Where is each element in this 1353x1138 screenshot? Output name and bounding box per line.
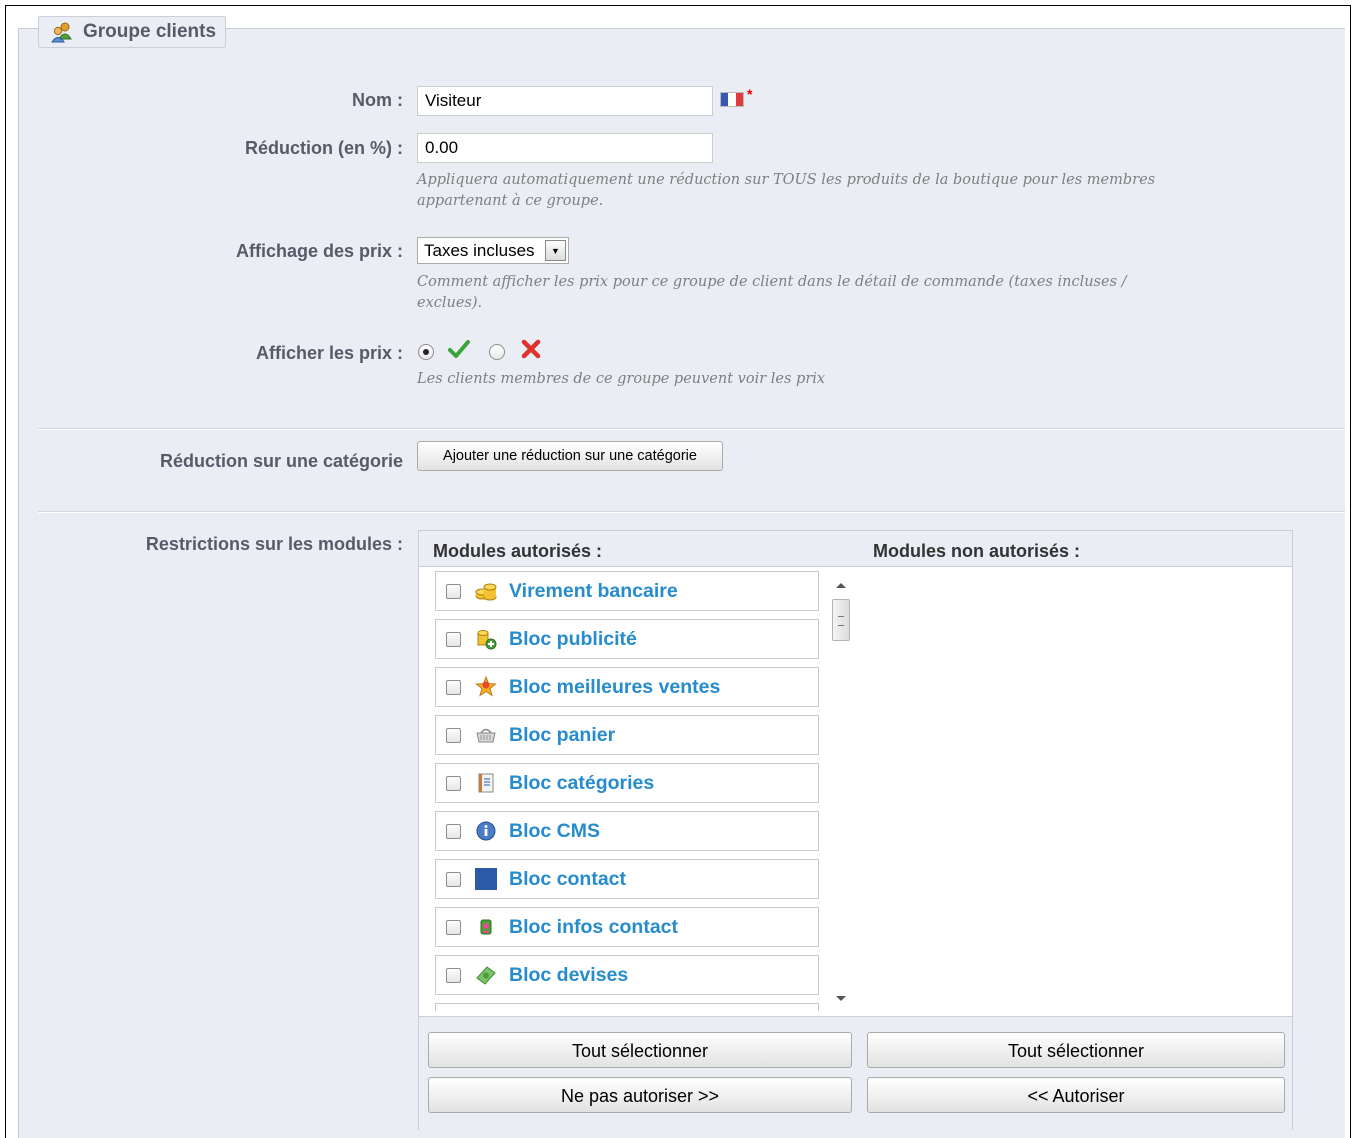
coins-add-icon xyxy=(475,628,497,650)
list-item[interactable]: Bloc contact xyxy=(435,859,819,899)
chevron-down-icon[interactable]: ▼ xyxy=(545,240,566,261)
show-prices-label: Afficher les prix : xyxy=(255,343,403,363)
add-category-reduction-label: Ajouter une réduction sur une catégorie xyxy=(443,448,697,464)
allow-label: << Autoriser xyxy=(1027,1086,1125,1106)
modules-buttons-area: Tout sélectionner Tout sélectionner Ne p… xyxy=(419,1016,1292,1130)
coins-icon xyxy=(475,580,497,602)
module-name: Bloc contact xyxy=(509,867,627,890)
allow-button[interactable]: << Autoriser xyxy=(867,1077,1285,1113)
price-display-hint: Comment afficher les prix pour ce groupe… xyxy=(417,274,1127,311)
red-cross-icon xyxy=(521,339,541,359)
category-reduction-label: Réduction sur une catégorie xyxy=(159,451,403,471)
reduction-label: Réduction (en %) : xyxy=(245,138,403,158)
modules-scrollbar[interactable] xyxy=(832,571,850,1011)
show-prices-no-radio[interactable] xyxy=(489,344,505,360)
add-category-reduction-button[interactable]: Ajouter une réduction sur une catégorie xyxy=(417,441,723,471)
required-mark: * xyxy=(747,86,753,102)
separator xyxy=(38,511,1345,513)
authorized-modules-title: Modules autorisés : xyxy=(433,541,603,561)
price-display-select[interactable]: Taxes incluses ▼ xyxy=(417,237,569,264)
module-name: Bloc catégories xyxy=(509,771,655,794)
module-name: Bloc meilleures ventes xyxy=(509,675,721,698)
module-checkbox[interactable] xyxy=(446,919,461,935)
group-users-icon xyxy=(51,22,72,43)
list-item[interactable]: Bloc meilleures ventes xyxy=(435,667,819,707)
module-checkbox[interactable] xyxy=(446,871,461,887)
show-prices-hint: Les clients membres de ce groupe peuvent… xyxy=(417,371,826,387)
module-checkbox[interactable] xyxy=(446,823,461,839)
disallow-label: Ne pas autoriser >> xyxy=(560,1086,720,1106)
module-checkbox[interactable] xyxy=(446,631,461,647)
unauthorized-modules-title: Modules non autorisés : xyxy=(873,541,1081,561)
module-checkbox[interactable] xyxy=(446,727,461,743)
module-checkbox[interactable] xyxy=(446,679,461,695)
price-display-label: Affichage des prix : xyxy=(235,241,403,261)
module-name: Bloc panier xyxy=(509,723,616,746)
list-item[interactable] xyxy=(435,1003,819,1011)
authorized-modules-list[interactable]: Virement bancaire Bloc publicité Bloc me… xyxy=(435,571,821,1011)
select-all-authorized-label: Tout sélectionner xyxy=(571,1041,709,1061)
list-item[interactable]: Bloc publicité xyxy=(435,619,819,659)
french-flag-icon xyxy=(720,92,744,107)
name-label: Nom : xyxy=(352,90,403,110)
show-prices-yes-radio[interactable] xyxy=(418,344,434,360)
name-input[interactable] xyxy=(417,86,713,116)
select-all-unauthorized-button[interactable]: Tout sélectionner xyxy=(867,1032,1285,1068)
list-item[interactable]: Bloc devises xyxy=(435,955,819,995)
module-restrictions-label: Restrictions sur les modules : xyxy=(145,534,403,554)
scroll-up-icon[interactable] xyxy=(836,583,846,588)
fieldset-legend: Groupe clients xyxy=(38,16,227,48)
green-check-icon xyxy=(448,340,470,358)
price-display-value: Taxes incluses xyxy=(424,240,535,260)
scroll-thumb[interactable] xyxy=(832,599,850,641)
module-restrictions-panel: Modules autorisés : Modules non autorisé… xyxy=(418,530,1293,1130)
reduction-input[interactable] xyxy=(417,133,713,163)
info-icon xyxy=(475,820,497,842)
select-all-authorized-button[interactable]: Tout sélectionner xyxy=(428,1032,852,1068)
list-item[interactable]: Bloc CMS xyxy=(435,811,819,851)
basket-icon xyxy=(475,724,497,746)
list-item[interactable]: Virement bancaire xyxy=(435,571,819,611)
award-star-icon xyxy=(475,676,497,698)
module-name: Bloc CMS xyxy=(509,819,601,842)
contact-book-icon xyxy=(475,916,497,938)
module-checkbox[interactable] xyxy=(446,967,461,983)
module-name: Virement bancaire xyxy=(509,579,678,602)
legend-title: Groupe clients xyxy=(83,21,217,42)
module-checkbox[interactable] xyxy=(446,583,461,599)
money-icon xyxy=(475,964,497,986)
disallow-button[interactable]: Ne pas autoriser >> xyxy=(428,1077,852,1113)
scroll-down-icon[interactable] xyxy=(836,996,846,1001)
modules-header: Modules autorisés : Modules non autorisé… xyxy=(419,531,1292,567)
module-name: Bloc devises xyxy=(509,963,629,986)
module-name: Bloc publicité xyxy=(509,627,637,650)
blue-square-icon xyxy=(475,868,497,890)
list-item[interactable]: Bloc catégories xyxy=(435,763,819,803)
module-name: Bloc infos contact xyxy=(509,915,679,938)
reduction-hint: Appliquera automatiquement une réduction… xyxy=(417,172,1156,209)
module-checkbox[interactable] xyxy=(446,775,461,791)
notebook-icon xyxy=(475,772,497,794)
select-all-unauthorized-label: Tout sélectionner xyxy=(1007,1041,1145,1061)
separator xyxy=(38,428,1345,430)
list-item[interactable]: Bloc panier xyxy=(435,715,819,755)
list-item[interactable]: Bloc infos contact xyxy=(435,907,819,947)
